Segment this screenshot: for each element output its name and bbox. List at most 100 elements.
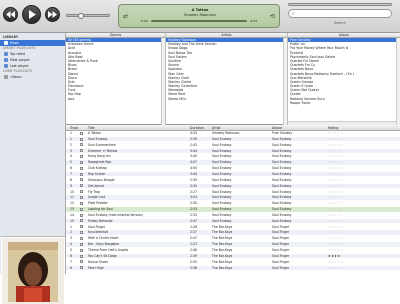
rating-stars[interactable]: ☆☆☆☆☆ xyxy=(328,154,343,159)
table-row[interactable]: 6 Club Kidnap 4:00 Soul Ecstasy Soul Ecstasy… xyxy=(66,166,400,171)
track-checkbox[interactable] xyxy=(80,160,83,164)
volume-slider[interactable] xyxy=(66,12,110,19)
table-row[interactable]: 8 Pearl High 2:36 The Bar-Kays Soul Finger ☆☆… xyxy=(66,265,400,271)
genres-column[interactable]: Genres All (30 genres) Unknown Genre Acid A… xyxy=(66,33,166,125)
star-icon[interactable]: ☆ xyxy=(340,160,343,164)
track-checkbox[interactable] xyxy=(80,219,83,223)
artists-scrollbar[interactable] xyxy=(283,38,287,125)
rating-stars[interactable]: ☆☆☆☆☆ xyxy=(328,207,343,212)
rating-stars[interactable]: ☆☆☆☆☆ xyxy=(328,149,343,154)
track-checkbox[interactable] xyxy=(80,225,83,229)
rating-stars[interactable]: ☆☆☆☆☆ xyxy=(328,242,343,247)
track-checkbox[interactable] xyxy=(80,231,83,235)
repeat-icon[interactable]: ⟲ xyxy=(270,13,275,20)
table-row[interactable]: 2 Knucklehead 2:37 The Bar-Kays Soul Finger ☆… xyxy=(66,230,400,235)
table-row[interactable]: 6 You Can't Sit Down 2:39 The Bar-Kays Soul … xyxy=(66,253,400,259)
star-icon[interactable]: ☆ xyxy=(340,266,343,270)
star-icon[interactable]: ☆ xyxy=(340,219,343,223)
table-row[interactable]: 4 Hong Kong Inn 3:40 Soul Ecstasy Soul Ecsta… xyxy=(66,154,400,159)
rating-stars[interactable]: ☆☆☆☆☆ xyxy=(328,248,343,253)
rating-stars[interactable]: ☆☆☆☆☆ xyxy=(328,213,343,218)
table-row[interactable]: 3 With a Child's Heart 2:47 The Bar-Kays Sou… xyxy=(66,236,400,241)
search-box[interactable]: ⌕ xyxy=(288,9,392,18)
browser-item[interactable]: Rappa Tronic xyxy=(288,101,400,105)
table-row[interactable]: 11 Jungle Lust 3:03 Soul Ecstasy Soul Ecstas… xyxy=(66,195,400,200)
genres-scrollbar[interactable] xyxy=(161,38,165,125)
right-slider[interactable] xyxy=(288,3,392,6)
star-icon[interactable]: ☆ xyxy=(340,131,343,135)
table-row[interactable]: 2 Soul Summertime 2:42 Soul Ecstasy Soul Ecs… xyxy=(66,143,400,148)
track-checkbox[interactable] xyxy=(80,155,83,159)
rating-stars[interactable]: ☆☆☆☆☆ xyxy=(328,225,343,230)
table-row[interactable]: 10 Fly Trap 2:27 Soul Ecstasy Soul Ecstasy ☆☆… xyxy=(66,190,400,195)
table-row[interactable]: 5 Rosegheat Rap 4:07 Soul Ecstasy Soul Ecsta… xyxy=(66,160,400,165)
star-icon[interactable]: ☆ xyxy=(340,236,343,240)
rating-stars[interactable]: ☆☆☆☆☆ xyxy=(328,184,343,189)
table-row[interactable]: 13 Looking for Soul 2:53 Soul Ecstasy Soul E… xyxy=(66,207,400,212)
rating-stars[interactable]: ☆☆☆☆☆ xyxy=(328,260,343,265)
seek-slider[interactable] xyxy=(151,20,247,22)
next-button[interactable] xyxy=(45,7,60,22)
track-checkbox[interactable] xyxy=(80,201,83,205)
track-checkbox[interactable] xyxy=(80,178,83,182)
table-row[interactable]: 7 House Shoes 2:55 The Bar-Kays Soul Finger ☆… xyxy=(66,260,400,265)
track-checkbox[interactable] xyxy=(80,190,83,194)
albums-scrollbar[interactable] xyxy=(396,38,400,125)
track-checkbox[interactable] xyxy=(80,213,83,217)
table-row[interactable]: 1 Soul Ecstasy 2:39 Soul Ecstasy Soul Ecstas… xyxy=(66,136,400,142)
star-icon[interactable]: ☆ xyxy=(340,248,343,252)
table-row[interactable]: 3 Extreme 'n' Mellow 3:44 Soul Ecstasy Soul … xyxy=(66,148,400,154)
track-checkbox[interactable] xyxy=(80,172,83,176)
table-row[interactable]: 9 Get Joined 2:30 Soul Ecstasy Soul Ecstasy ☆… xyxy=(66,183,400,189)
star-icon[interactable]: ☆ xyxy=(340,230,343,234)
star-icon[interactable]: ☆ xyxy=(340,154,343,158)
browser-item[interactable]: Jazz xyxy=(66,97,165,101)
rating-stars[interactable]: ☆☆☆☆☆ xyxy=(328,230,343,235)
previous-button[interactable] xyxy=(3,7,18,22)
track-checkbox[interactable] xyxy=(80,207,83,211)
track-checkbox[interactable] xyxy=(80,131,83,135)
rating-stars[interactable]: ☆☆☆☆☆ xyxy=(328,137,343,142)
track-checkbox[interactable] xyxy=(80,184,83,188)
star-icon[interactable]: ☆ xyxy=(340,172,343,176)
table-row[interactable]: 4 Bar - Kays Boogaloo 2:23 The Bar-Kays Soul… xyxy=(66,242,400,247)
rating-stars[interactable]: ★★★★☆ xyxy=(328,254,343,259)
star-icon[interactable]: ☆ xyxy=(340,201,343,205)
rating-stars[interactable]: ☆☆☆☆☆ xyxy=(328,190,343,195)
star-icon[interactable]: ☆ xyxy=(340,166,343,170)
rating-stars[interactable]: ☆☆☆☆☆ xyxy=(328,236,343,241)
star-icon[interactable]: ☆ xyxy=(340,207,343,211)
track-checkbox[interactable] xyxy=(80,248,83,252)
rating-stars[interactable]: ☆☆☆☆☆ xyxy=(328,166,343,171)
albums-column[interactable]: Album Pure Smokey Puttin' on Put Your Mone… xyxy=(288,33,400,125)
rating-stars[interactable]: ☆☆☆☆☆ xyxy=(328,201,343,206)
star-icon[interactable]: ☆ xyxy=(340,225,343,229)
star-icon[interactable]: ☆ xyxy=(340,254,343,258)
star-icon[interactable]: ☆ xyxy=(340,149,343,153)
track-checkbox[interactable] xyxy=(80,242,83,246)
star-icon[interactable]: ☆ xyxy=(340,195,343,199)
star-icon[interactable]: ☆ xyxy=(340,143,343,147)
artists-column[interactable]: Artists Smokey Robinson Smokey and The Li… xyxy=(166,33,288,125)
shuffle-icon[interactable]: ⇄ xyxy=(123,13,128,20)
table-row[interactable]: 7 Rap Scotch 3:44 Soul Ecstasy Soul Ecstasy ☆… xyxy=(66,171,400,177)
track-checkbox[interactable] xyxy=(80,236,83,240)
rating-stars[interactable]: ☆☆☆☆☆ xyxy=(328,195,343,200)
table-row[interactable]: 8 Sensuous Boogie 2:39 Soul Ecstasy Soul Ecs… xyxy=(66,178,400,183)
rating-stars[interactable]: ☆☆☆☆☆ xyxy=(328,143,343,148)
rating-stars[interactable]: ☆☆☆☆☆ xyxy=(328,219,343,224)
track-checkbox[interactable] xyxy=(80,266,83,270)
track-checkbox[interactable] xyxy=(80,196,83,200)
table-row[interactable]: 1 Soul Finger 2:28 The Bar-Kays Soul Finger ☆… xyxy=(66,225,400,230)
sidebar-item-new-playlist[interactable]: <New> xyxy=(0,74,65,80)
rating-stars[interactable]: ☆☆☆☆☆ xyxy=(328,266,343,271)
table-row[interactable]: 1 A Tattoo 4:33 Smokey Robinson Pure Smokey ☆… xyxy=(66,131,400,136)
rating-stars[interactable]: ☆☆☆☆☆ xyxy=(328,131,343,136)
track-checkbox[interactable] xyxy=(80,166,83,170)
star-icon[interactable]: ☆ xyxy=(340,137,343,141)
table-row[interactable]: 14 Soul Ecstasy (Instrumental Version) 2:3… xyxy=(66,213,400,218)
browser-item[interactable]: Stereo MCs xyxy=(166,97,287,101)
star-icon[interactable]: ☆ xyxy=(340,260,343,264)
track-checkbox[interactable] xyxy=(80,254,83,258)
table-row[interactable]: 12 Pixel Peddler 2:30 Soul Ecstasy Soul Ecst… xyxy=(66,201,400,206)
